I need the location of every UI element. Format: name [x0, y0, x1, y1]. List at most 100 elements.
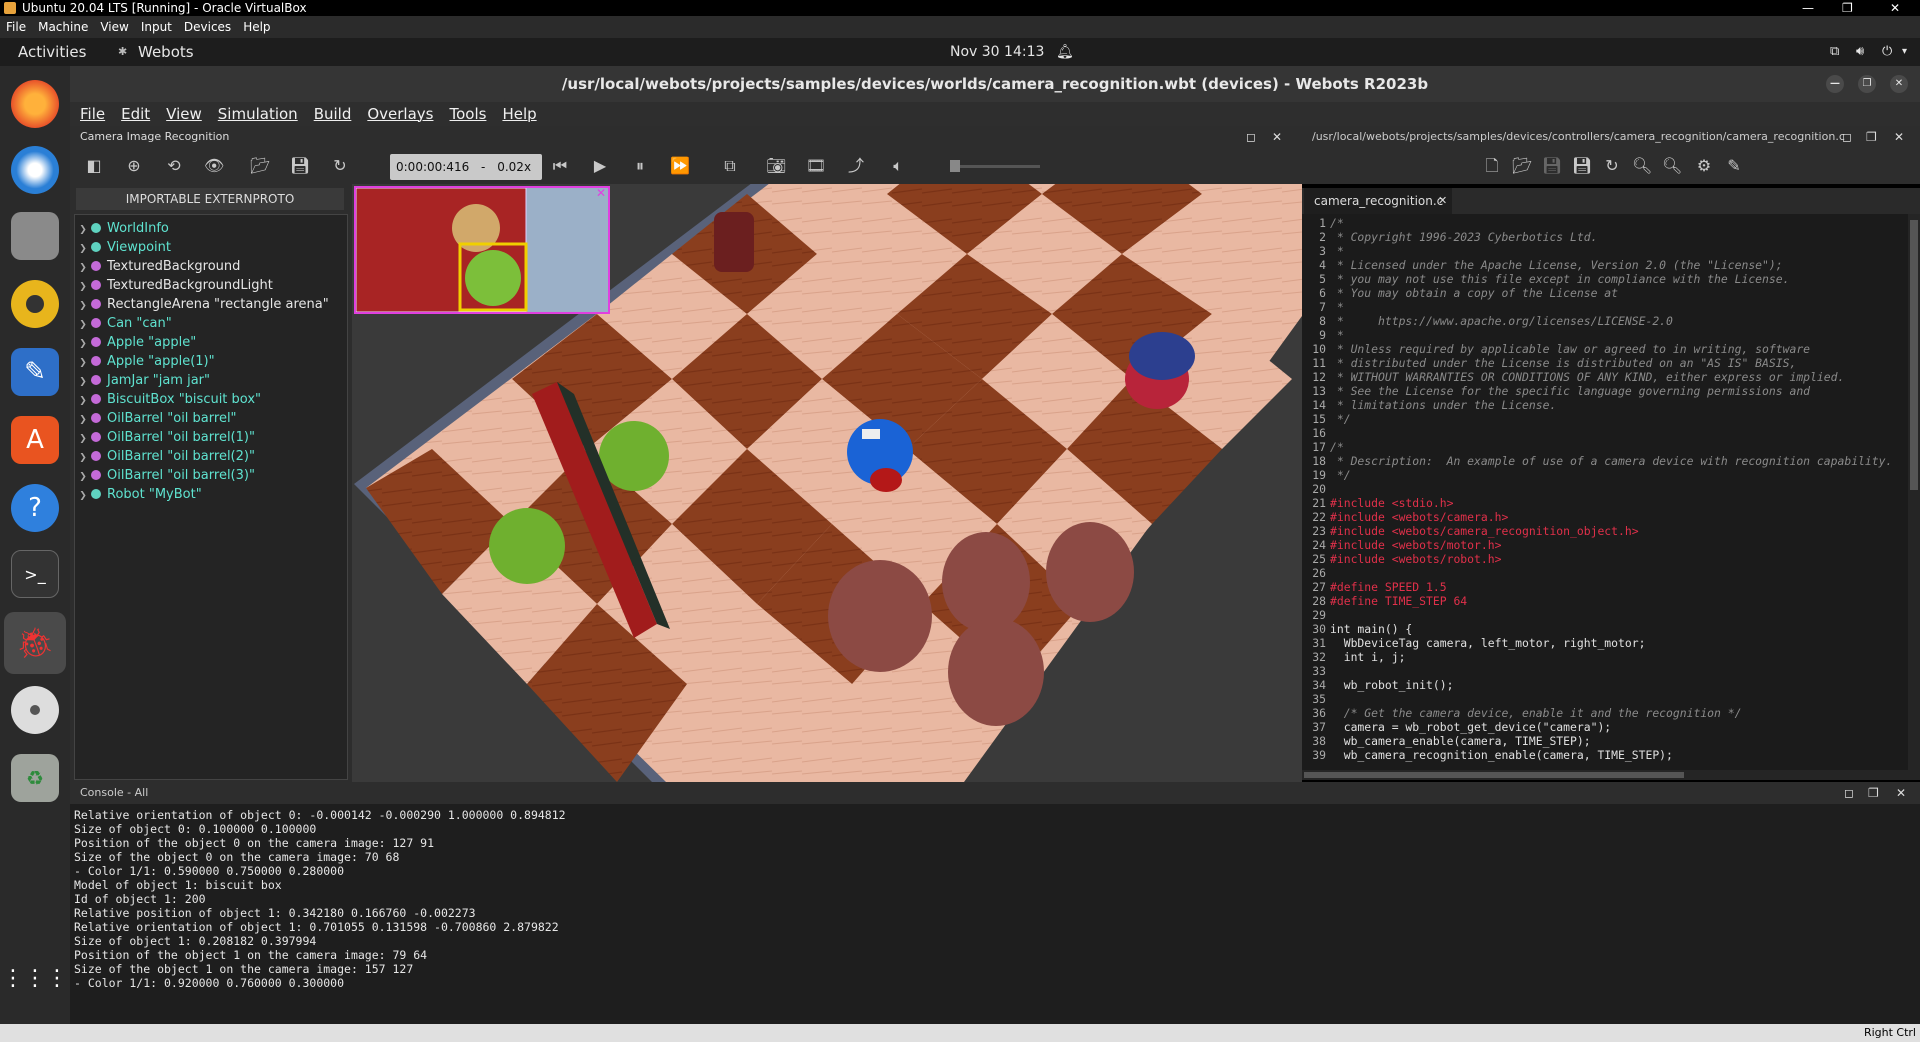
editor-vertical-scrollbar[interactable]: [1908, 214, 1920, 770]
menu-build[interactable]: Build: [306, 102, 360, 126]
save-file-icon[interactable]: 💾︎: [1542, 156, 1562, 176]
share-icon[interactable]: ⤴: [846, 156, 866, 176]
fast-forward-icon[interactable]: ⏩: [670, 156, 690, 176]
window-restore-icon[interactable]: ❐: [1858, 75, 1876, 93]
system-menu-chevron-icon[interactable]: ▾: [1902, 38, 1907, 66]
build-gear-icon[interactable]: ⚙: [1694, 156, 1714, 176]
firefox-icon[interactable]: [11, 80, 59, 128]
host-menu-devices[interactable]: Devices: [178, 16, 237, 38]
oil-barrel-2-object[interactable]: [1046, 522, 1134, 622]
oil-barrel-1-object[interactable]: [942, 532, 1030, 632]
apple-1-object[interactable]: [489, 508, 565, 584]
toggle-scene-tree-icon[interactable]: ◧: [84, 156, 104, 176]
view-eye-icon[interactable]: 👁︎: [204, 156, 224, 176]
console-maximize-icon[interactable]: ❐: [1868, 782, 1879, 804]
console-output[interactable]: Relative orientation of object 0: -0.000…: [70, 804, 1920, 1024]
trash-icon[interactable]: ♻: [11, 754, 59, 802]
console-float-icon[interactable]: ◻: [1844, 782, 1854, 804]
scene-tree-node[interactable]: ❯ BiscuitBox "biscuit box": [75, 390, 261, 409]
mute-volume-icon[interactable]: 🔈︎: [888, 156, 908, 176]
overlay-close-icon[interactable]: ✕: [596, 188, 606, 200]
terminal-icon[interactable]: >_: [11, 550, 59, 598]
host-menu-help[interactable]: Help: [237, 16, 276, 38]
webots-ladybug-icon[interactable]: 🐞︎: [4, 612, 66, 674]
scene-tree-node[interactable]: ❯ JamJar "jam jar": [75, 371, 210, 390]
menu-view[interactable]: View: [158, 102, 210, 126]
new-file-icon[interactable]: 🗋: [1482, 156, 1502, 176]
expand-chevron-icon[interactable]: ❯: [75, 487, 91, 506]
host-menu-machine[interactable]: Machine: [32, 16, 94, 38]
scene-tree-node[interactable]: ❯ Viewpoint: [75, 238, 171, 257]
volume-slider-handle[interactable]: [950, 160, 960, 172]
step-icon[interactable]: ▶: [590, 156, 610, 176]
replace-icon[interactable]: 🔍︎: [1662, 156, 1682, 176]
help-icon[interactable]: ?: [11, 484, 59, 532]
show-applications-icon[interactable]: ⋮⋮⋮: [2, 954, 68, 1002]
window-close-icon[interactable]: ✕: [1890, 75, 1908, 93]
editor-close-icon[interactable]: ✕: [1894, 126, 1904, 148]
window-minimize-icon[interactable]: —: [1826, 75, 1844, 93]
revert-file-icon[interactable]: ↻: [1602, 156, 1622, 176]
scene-tree-node[interactable]: ❯ WorldInfo: [75, 219, 169, 238]
scene-tree-node[interactable]: ❯ OilBarrel "oil barrel(2)": [75, 447, 255, 466]
open-file-icon[interactable]: 📂︎: [1512, 156, 1532, 176]
activities-button[interactable]: Activities: [18, 38, 86, 66]
menu-edit[interactable]: Edit: [113, 102, 158, 126]
find-icon[interactable]: 🔍︎: [1632, 156, 1652, 176]
host-close-icon[interactable]: ✕: [1890, 0, 1900, 16]
open-world-icon[interactable]: 📂︎: [250, 156, 270, 176]
scene-tree-node[interactable]: ❯ Can "can": [75, 314, 172, 333]
files-icon[interactable]: [11, 212, 59, 260]
app-menu-label[interactable]: Webots: [138, 38, 194, 66]
power-icon[interactable]: ⏻: [1882, 38, 1892, 66]
pause-icon[interactable]: ⏸: [630, 156, 650, 176]
code-editor[interactable]: 1/* 2 * Copyright 1996-2023 Cyberbotics L…: [1302, 214, 1910, 770]
software-icon[interactable]: A: [11, 416, 59, 464]
menu-file[interactable]: File: [72, 102, 113, 126]
rendering-toggle-icon[interactable]: ⧉: [720, 156, 740, 176]
scene-close-icon[interactable]: ✕: [1272, 126, 1282, 148]
console-close-icon[interactable]: ✕: [1896, 782, 1906, 804]
network-icon[interactable]: ⧉: [1830, 38, 1839, 66]
editor-tab-camera-recognition[interactable]: camera_recognition.c ✕: [1304, 188, 1452, 214]
reset-viewpoint-icon[interactable]: ⟲: [164, 156, 184, 176]
record-movie-icon[interactable]: 🎞︎: [806, 156, 826, 176]
oil-barrel-object[interactable]: [828, 560, 932, 672]
host-menu-input[interactable]: Input: [135, 16, 178, 38]
scene-tree-node[interactable]: ❯ OilBarrel "oil barrel(1)": [75, 428, 255, 447]
add-node-icon[interactable]: ⊕: [124, 156, 144, 176]
reset-simulation-icon[interactable]: ⏮: [550, 156, 570, 176]
volume-slider[interactable]: [950, 165, 1040, 168]
scene-tree-node[interactable]: ❯ Robot "MyBot": [75, 485, 201, 506]
scene-float-icon[interactable]: ◻: [1246, 126, 1256, 148]
screenshot-camera-icon[interactable]: 📷︎: [766, 156, 786, 176]
save-as-icon[interactable]: 💾︎: [1572, 156, 1592, 176]
clean-brush-icon[interactable]: ✎: [1724, 156, 1744, 176]
can-object[interactable]: [714, 212, 754, 272]
host-minimize-icon[interactable]: —: [1802, 0, 1814, 16]
menu-tools[interactable]: Tools: [441, 102, 494, 126]
editor-tab-close-icon[interactable]: ✕: [1438, 188, 1447, 214]
importable-externproto-button[interactable]: IMPORTABLE EXTERNPROTO: [76, 188, 344, 210]
scene-tree-node[interactable]: ❯ Apple "apple": [75, 333, 196, 352]
apple-object[interactable]: [599, 421, 669, 491]
scene-tree-node[interactable]: ❯ OilBarrel "oil barrel(3)": [75, 466, 255, 485]
thunderbird-icon[interactable]: [11, 146, 59, 194]
rhythmbox-icon[interactable]: [11, 280, 59, 328]
editor-float-icon[interactable]: ◻: [1842, 126, 1852, 148]
scene-tree-node[interactable]: ❯ TexturedBackground: [75, 257, 240, 276]
camera-overlay[interactable]: ✕: [354, 186, 610, 314]
scene-tree-node[interactable]: ❯ Apple "apple(1)": [75, 352, 214, 371]
scene-tree-node[interactable]: ❯ TexturedBackgroundLight: [75, 276, 273, 295]
scene-tree-node[interactable]: ❯ OilBarrel "oil barrel": [75, 409, 236, 428]
writer-icon[interactable]: ✎: [11, 348, 59, 396]
optical-disc-icon[interactable]: [11, 686, 59, 734]
reload-world-icon[interactable]: ↻: [330, 156, 350, 176]
volume-icon[interactable]: 🔊︎: [1856, 38, 1864, 66]
save-world-icon[interactable]: 💾︎: [290, 156, 310, 176]
menu-overlays[interactable]: Overlays: [359, 102, 441, 126]
host-menu-view[interactable]: View: [94, 16, 134, 38]
host-menu-file[interactable]: File: [0, 16, 32, 38]
clock[interactable]: Nov 30 14:13: [950, 38, 1044, 66]
editor-horizontal-scrollbar[interactable]: [1302, 770, 1920, 780]
